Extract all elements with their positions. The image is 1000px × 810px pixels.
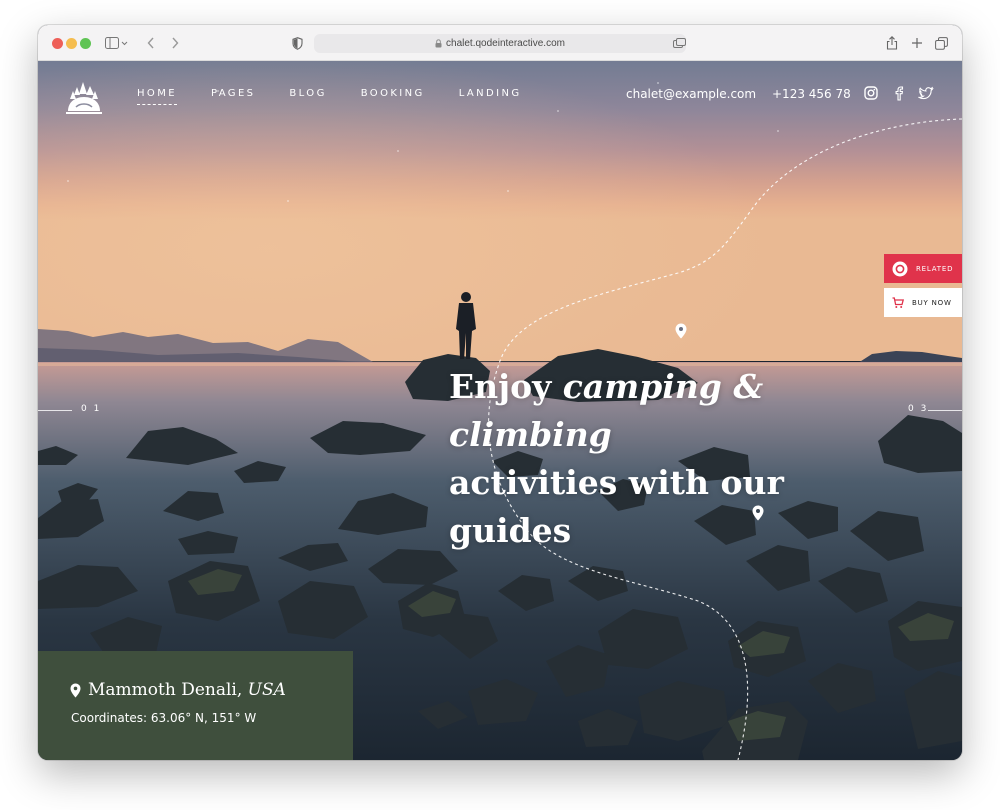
browser-window: chalet.qodeinteractive.com HOME PAGES BL… — [38, 25, 962, 760]
forward-icon[interactable] — [168, 33, 182, 53]
slide-prev-number[interactable]: 0 1 — [81, 404, 101, 414]
location-title: Mammoth Denali, USA — [88, 680, 286, 700]
contact-email-link[interactable]: chalet@example.com — [626, 87, 756, 101]
close-window-button[interactable] — [52, 38, 63, 49]
related-button-label: RELATED — [916, 264, 954, 273]
buy-now-button-label: BUY NOW — [912, 298, 952, 307]
twitter-icon[interactable] — [918, 85, 934, 101]
nav-item-home[interactable]: HOME — [137, 88, 177, 105]
chalet-logo[interactable] — [64, 77, 104, 115]
slide-indicator-line — [928, 410, 962, 411]
contact-phone-link[interactable]: +123 456 78 — [772, 87, 851, 101]
related-disc-icon — [892, 261, 908, 276]
main-navigation: HOME PAGES BLOG BOOKING LANDING — [137, 88, 556, 105]
minimize-window-button[interactable] — [66, 38, 77, 49]
related-button[interactable]: RELATED — [884, 254, 962, 283]
location-info-box: Mammoth Denali, USA Coordinates: 63.06° … — [38, 651, 353, 760]
hero-headline: Enjoy camping & climbing activities with… — [449, 363, 869, 555]
facebook-icon[interactable] — [891, 85, 907, 101]
nav-item-blog[interactable]: BLOG — [289, 88, 326, 105]
hero-section: HOME PAGES BLOG BOOKING LANDING chalet@e… — [38, 61, 962, 760]
zoom-window-button[interactable] — [80, 38, 91, 49]
cart-icon — [892, 296, 904, 308]
slide-next-number[interactable]: 0 3 — [908, 404, 928, 414]
tab-overview-icon[interactable] — [670, 33, 688, 53]
map-pin-icon[interactable] — [675, 323, 687, 339]
headline-line-2: activities with our guides — [449, 463, 784, 550]
nav-item-pages[interactable]: PAGES — [211, 88, 255, 105]
address-bar[interactable]: chalet.qodeinteractive.com — [314, 34, 686, 53]
nav-item-booking[interactable]: BOOKING — [361, 88, 425, 105]
location-name: Mammoth Denali, — [88, 680, 248, 700]
location-pin-icon — [70, 683, 81, 698]
location-country: USA — [247, 680, 286, 700]
new-tab-icon[interactable] — [909, 33, 925, 53]
slide-indicator-line — [38, 410, 72, 411]
lock-icon — [435, 39, 442, 48]
privacy-shield-icon[interactable] — [290, 33, 304, 53]
tabs-grid-icon[interactable] — [933, 33, 949, 53]
location-coordinates: Coordinates: 63.06° N, 151° W — [71, 711, 257, 725]
nav-item-landing[interactable]: LANDING — [459, 88, 522, 105]
headline-text: Enjoy — [449, 367, 563, 406]
browser-toolbar: chalet.qodeinteractive.com — [38, 25, 962, 61]
back-icon[interactable] — [144, 33, 158, 53]
url-text: chalet.qodeinteractive.com — [446, 38, 565, 49]
share-icon[interactable] — [884, 33, 900, 53]
sidebar-toggle-icon[interactable] — [104, 33, 130, 53]
buy-now-button[interactable]: BUY NOW — [884, 288, 962, 317]
instagram-icon[interactable] — [863, 85, 879, 101]
